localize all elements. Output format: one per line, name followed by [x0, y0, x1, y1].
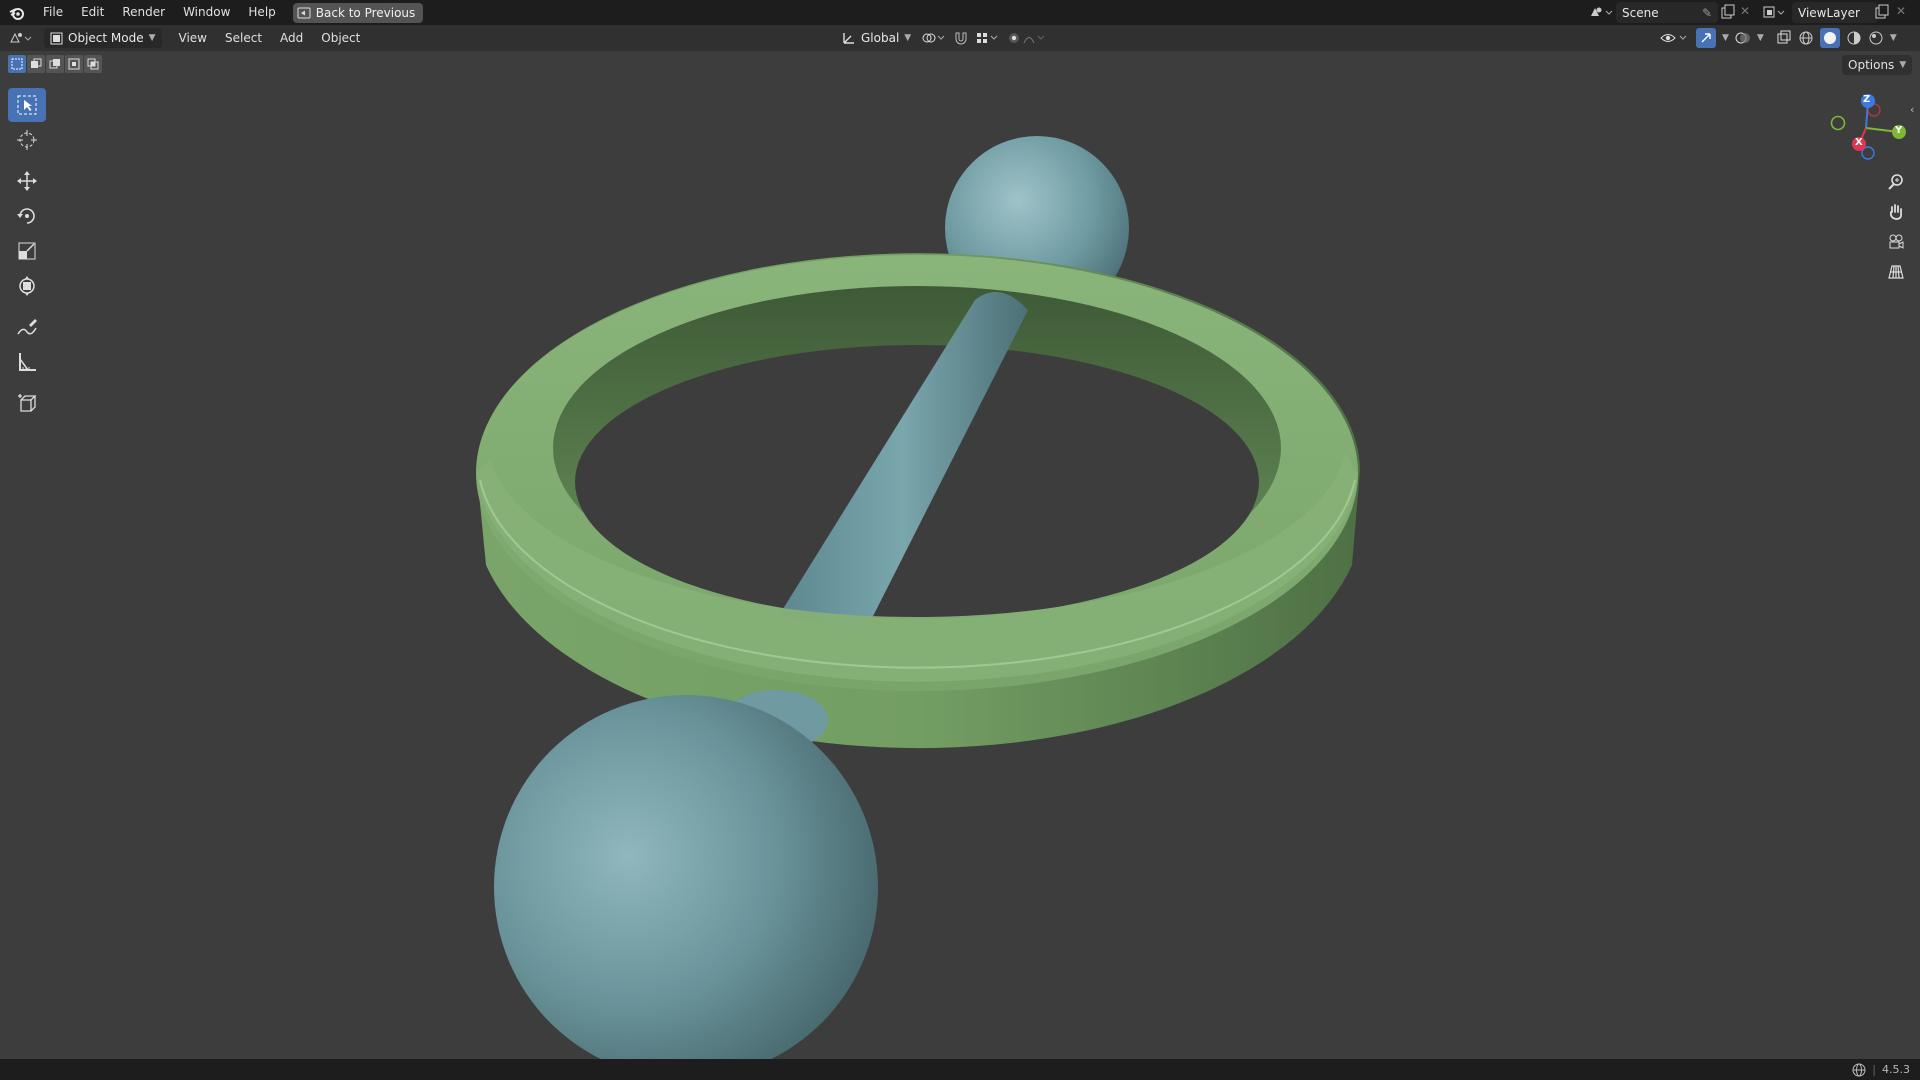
chevron-down-icon: ▼ [1899, 60, 1907, 70]
shading-rendered-icon[interactable] [1868, 30, 1884, 46]
selection-mode-group [8, 55, 102, 73]
header-menu-add[interactable]: Add [271, 25, 312, 51]
select-invert-icon[interactable] [65, 55, 83, 73]
gizmo-z-label: Z [1863, 94, 1871, 105]
navigation-gizmo[interactable]: Z Y X [1826, 90, 1906, 162]
status-separator: | [1872, 1063, 1876, 1076]
scale-tool-icon[interactable] [8, 234, 46, 268]
object-mode-icon [50, 32, 63, 45]
mode-dropdown[interactable]: Object Mode ▼ [44, 28, 162, 48]
blender-logo-icon[interactable] [0, 0, 34, 25]
snap-target-icon[interactable] [975, 31, 1001, 45]
cursor-tool-icon[interactable] [8, 123, 46, 157]
gizmo-x-label: X [1855, 137, 1863, 148]
sidebar-toggle-icon[interactable]: ‹ [1910, 103, 1914, 116]
overlays-dropdown-icon[interactable]: ▼ [1757, 33, 1764, 43]
orientation-axis-icon [842, 31, 856, 45]
view-layer-selector-icon[interactable] [1762, 4, 1788, 20]
visibility-selectability-icon[interactable] [1660, 31, 1690, 45]
gizmo-y-label: Y [1895, 125, 1903, 136]
menu-file[interactable]: File [34, 0, 72, 25]
scene-name-label: Scene [1622, 5, 1659, 20]
back-icon [297, 7, 311, 19]
viewport-header: Object Mode ▼ View Select Add Object Glo… [0, 25, 1920, 51]
view-layer-field[interactable]: ViewLayer [1792, 2, 1878, 23]
mode-label: Object Mode [68, 31, 144, 45]
menu-edit[interactable]: Edit [72, 0, 113, 25]
new-view-layer-icon[interactable] [1874, 4, 1890, 20]
status-bar: | 4.5.3 [0, 1059, 1920, 1080]
select-new-icon[interactable] [8, 55, 26, 73]
network-globe-icon[interactable] [1852, 1063, 1866, 1077]
large-sphere[interactable] [494, 695, 878, 1059]
proportional-editing-icon[interactable] [1007, 31, 1047, 45]
top-bar: File Edit Render Window Help Back to Pre… [0, 0, 1920, 25]
chevron-down-icon: ▼ [904, 33, 912, 43]
menu-render[interactable]: Render [113, 0, 174, 25]
delete-scene-icon[interactable]: ✕ [1740, 4, 1750, 18]
pan-hand-icon[interactable] [1882, 198, 1910, 226]
transform-tool-icon[interactable] [8, 269, 46, 303]
move-tool-icon[interactable] [8, 164, 46, 198]
pivot-point-icon[interactable] [921, 31, 947, 45]
shading-wireframe-icon[interactable] [1798, 30, 1814, 46]
back-to-previous-button[interactable]: Back to Previous [292, 2, 424, 23]
version-label: 4.5.3 [1882, 1063, 1910, 1076]
add-cube-tool-icon[interactable] [8, 386, 46, 420]
select-subtract-icon[interactable] [46, 55, 64, 73]
xray-toggle-icon[interactable] [1776, 30, 1792, 46]
select-box-tool-icon[interactable] [8, 88, 46, 122]
new-scene-icon[interactable] [1720, 4, 1736, 20]
rotate-tool-icon[interactable] [8, 199, 46, 233]
options-label: Options [1848, 58, 1895, 72]
transform-orientation-dropdown[interactable]: Global ▼ [838, 28, 915, 48]
scene-render [476, 136, 1360, 1059]
shading-dropdown-icon[interactable]: ▼ [1890, 33, 1897, 43]
snap-toggle-icon[interactable] [953, 30, 969, 46]
tool-shelf [8, 88, 46, 421]
camera-view-icon[interactable] [1882, 228, 1910, 256]
overlays-toggle-icon[interactable] [1735, 30, 1751, 46]
3d-viewport[interactable] [0, 51, 1920, 1059]
view-layer-label: ViewLayer [1798, 5, 1860, 20]
select-extend-icon[interactable] [27, 55, 45, 73]
editor-type-icon[interactable] [0, 31, 44, 45]
header-menu-object[interactable]: Object [312, 25, 369, 51]
zoom-icon[interactable] [1882, 168, 1910, 196]
header-menu-select[interactable]: Select [216, 25, 271, 51]
scene-selector-icon[interactable] [1588, 4, 1614, 20]
orientation-label: Global [861, 31, 900, 45]
pin-icon[interactable]: ✎ [1702, 6, 1712, 20]
options-dropdown[interactable]: Options ▼ [1842, 55, 1913, 75]
back-to-previous-label: Back to Previous [315, 5, 416, 20]
scene-name-field[interactable]: Scene ✎ [1616, 2, 1718, 23]
select-intersect-icon[interactable] [84, 55, 102, 73]
delete-view-layer-icon[interactable]: ✕ [1896, 4, 1906, 18]
chevron-down-icon: ▼ [148, 33, 156, 43]
menu-window[interactable]: Window [174, 0, 239, 25]
header-menu-view[interactable]: View [170, 25, 216, 51]
shading-solid-icon[interactable] [1819, 28, 1840, 48]
measure-tool-icon[interactable] [8, 345, 46, 379]
perspective-toggle-icon[interactable] [1882, 258, 1910, 286]
shading-material-icon[interactable] [1846, 30, 1862, 46]
menu-help[interactable]: Help [239, 0, 284, 25]
annotate-tool-icon[interactable] [8, 310, 46, 344]
gizmo-dropdown-icon[interactable]: ▼ [1722, 33, 1729, 43]
gizmo-toggle-icon[interactable] [1696, 28, 1716, 48]
